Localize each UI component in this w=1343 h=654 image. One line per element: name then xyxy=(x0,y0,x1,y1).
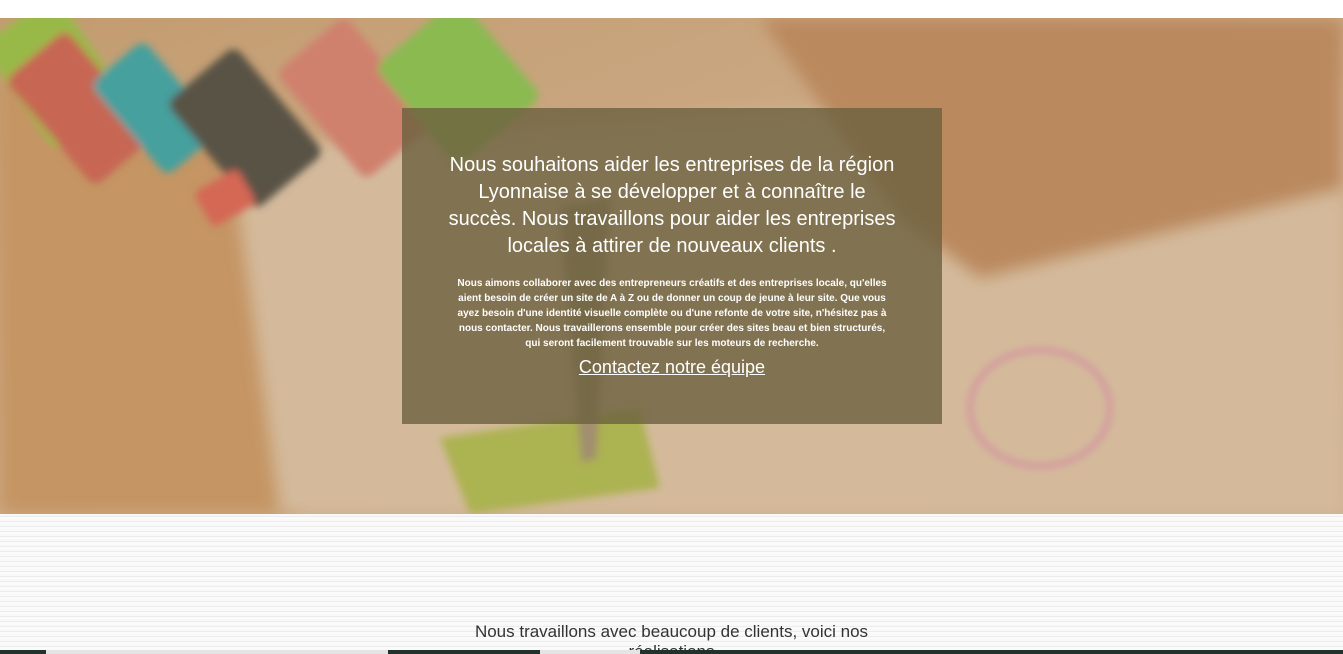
hero-description: Nous aimons collaborer avec des entrepre… xyxy=(457,278,887,349)
bottom-bar-segment xyxy=(46,650,388,654)
page: Nous souhaitons aider les entreprises de… xyxy=(0,0,1343,654)
bottom-bar-segment xyxy=(540,650,640,654)
bottom-bar xyxy=(0,650,1343,654)
contact-team-link[interactable]: Contactez notre équipe xyxy=(579,357,765,378)
clients-section: Nous travaillons avec beaucoup de client… xyxy=(0,514,1343,654)
top-strip xyxy=(0,0,1343,18)
hero-heading: Nous souhaitons aider les entreprises de… xyxy=(448,154,896,257)
hero-card: Nous souhaitons aider les entreprises de… xyxy=(402,108,942,424)
hero-section: Nous souhaitons aider les entreprises de… xyxy=(0,18,1343,514)
